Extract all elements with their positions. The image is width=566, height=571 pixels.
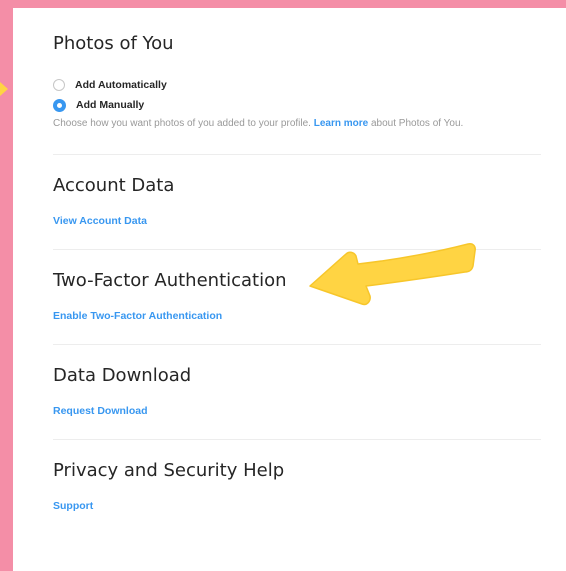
learn-more-link[interactable]: Learn more bbox=[314, 118, 368, 129]
annotation-arrow-edge bbox=[0, 82, 8, 96]
radio-add-automatically-icon[interactable] bbox=[53, 79, 65, 91]
helper-text-after: about Photos of You. bbox=[368, 118, 464, 129]
settings-panel: Photos of You Add Automatically Add Manu… bbox=[13, 8, 566, 571]
radio-add-manually[interactable]: Add Manually bbox=[53, 95, 541, 115]
section-data-download: Data Download Request Download bbox=[53, 345, 541, 440]
data-download-title: Data Download bbox=[53, 365, 192, 386]
section-privacy-help: Privacy and Security Help Support bbox=[53, 440, 541, 535]
radio-add-manually-icon[interactable] bbox=[53, 98, 66, 112]
section-photos-of-you: Photos of You Add Automatically Add Manu… bbox=[53, 8, 541, 155]
photos-of-you-title: Photos of You bbox=[53, 33, 174, 54]
radio-add-automatically[interactable]: Add Automatically bbox=[53, 75, 541, 95]
support-link[interactable]: Support bbox=[53, 500, 93, 512]
radio-add-manually-label: Add Manually bbox=[76, 99, 145, 111]
enable-two-factor-link[interactable]: Enable Two-Factor Authentication bbox=[53, 310, 222, 322]
radio-add-automatically-label: Add Automatically bbox=[75, 79, 167, 91]
account-data-title: Account Data bbox=[53, 175, 175, 196]
request-download-link[interactable]: Request Download bbox=[53, 405, 148, 417]
view-account-data-link[interactable]: View Account Data bbox=[53, 215, 147, 227]
section-account-data: Account Data View Account Data bbox=[53, 155, 541, 250]
privacy-help-title: Privacy and Security Help bbox=[53, 460, 285, 481]
annotation-arrow-icon bbox=[309, 243, 476, 306]
helper-text-before: Choose how you want photos of you added … bbox=[53, 118, 314, 129]
photos-of-you-helper-text: Choose how you want photos of you added … bbox=[53, 117, 541, 131]
